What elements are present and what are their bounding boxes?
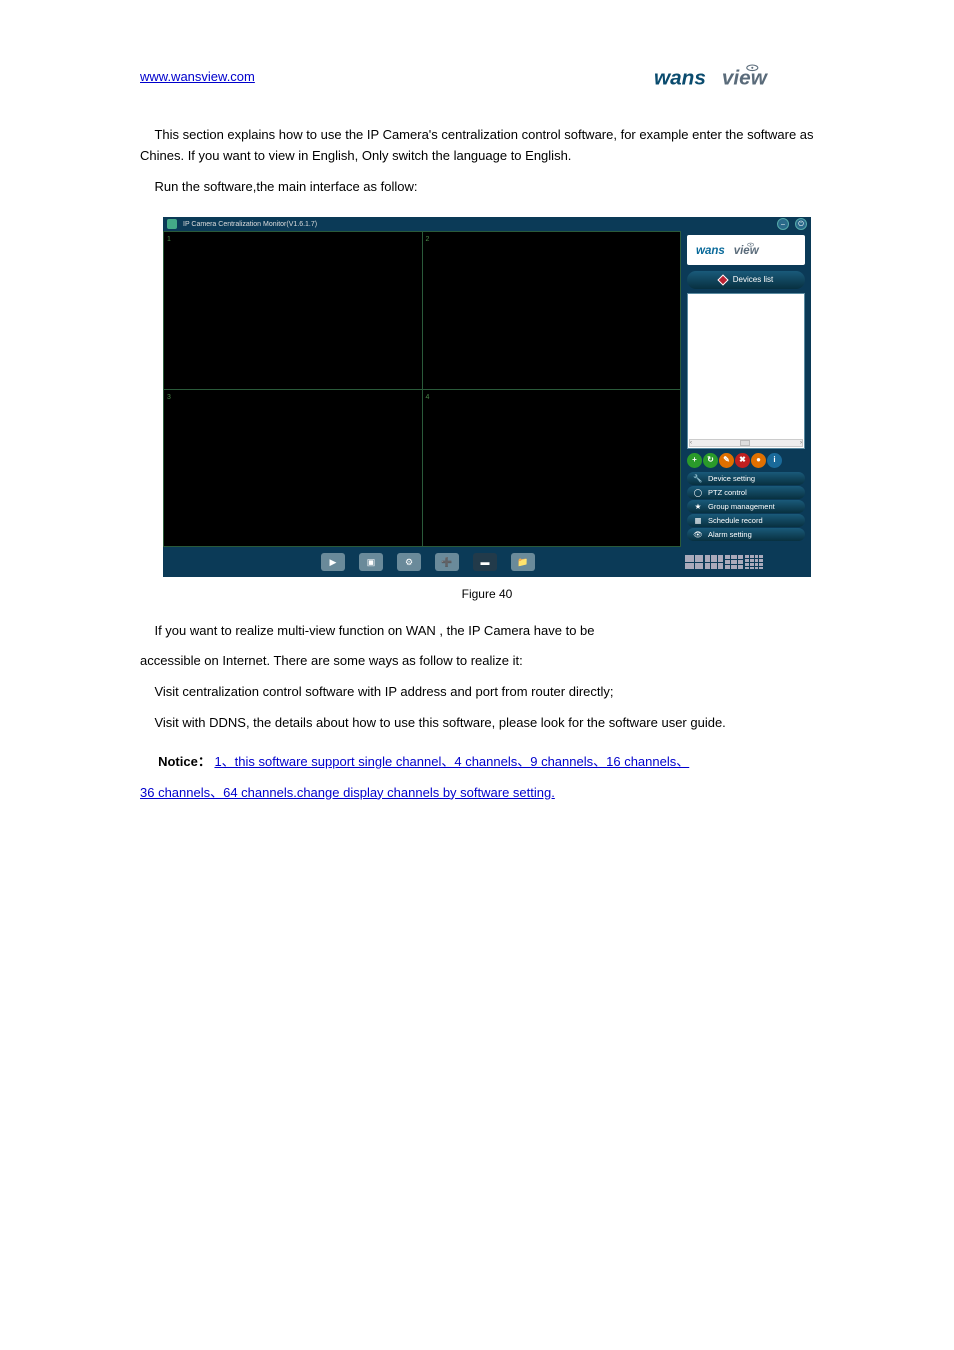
group-management-item[interactable]: ★Group management <box>687 500 805 513</box>
video-cell-1[interactable]: 1 <box>164 232 422 389</box>
page-bottom-whitespace <box>140 813 834 1193</box>
wrench-icon: 🔧 <box>693 475 703 483</box>
video-cell-3[interactable]: 3 <box>164 390 422 547</box>
refresh-icon[interactable]: ↻ <box>703 453 718 468</box>
ptz-control-item[interactable]: ◯PTZ control <box>687 486 805 499</box>
snapshot-button[interactable]: ▣ <box>359 553 383 571</box>
layout-switcher <box>685 555 803 569</box>
svg-text:wans: wans <box>696 245 725 257</box>
devices-list-scrollbar[interactable]: ‹ › <box>689 439 803 447</box>
website-link[interactable]: www.wansview.com <box>140 67 255 88</box>
app-window: IP Camera Centralization Monitor(V1.6.1.… <box>163 217 811 577</box>
video-cell-4[interactable]: 4 <box>423 390 681 547</box>
video-cell-2[interactable]: 2 <box>423 232 681 389</box>
svg-text:view: view <box>734 245 760 257</box>
svg-text:view: view <box>722 66 769 89</box>
outro-line-4: Visit with DDNS, the details about how t… <box>140 713 834 734</box>
panel-brand-logo: wans view <box>687 235 805 265</box>
devices-list[interactable]: ‹ › <box>687 293 805 449</box>
delete-icon[interactable]: ✖ <box>735 453 750 468</box>
notice-block: Notice： 1、this software support single c… <box>140 752 834 773</box>
video-grid: 1 2 3 4 <box>163 231 681 547</box>
device-setting-item[interactable]: 🔧Device setting <box>687 472 805 485</box>
function-list: 🔧Device setting ◯PTZ control ★Group mana… <box>687 472 805 542</box>
log-button[interactable]: ▬ <box>473 553 497 571</box>
close-button[interactable]: ⏻ <box>795 218 807 230</box>
add-device-icon[interactable]: + <box>687 453 702 468</box>
layout-4-button[interactable] <box>685 555 703 569</box>
settings-button[interactable]: ⚙ <box>397 553 421 571</box>
brand-logo: wans view <box>654 60 834 95</box>
figure-caption: Figure 40 <box>140 585 834 604</box>
ptz-icon: ◯ <box>693 489 703 497</box>
outro-line-1: If you want to realize multi-view functi… <box>140 621 834 642</box>
alarm-setting-item[interactable]: 👁Alarm setting <box>687 528 805 541</box>
outro-line-3: Visit centralization control software wi… <box>140 682 834 703</box>
page-header: www.wansview.com wans view <box>140 60 834 95</box>
layout-6-button[interactable] <box>705 555 723 569</box>
devices-list-header[interactable]: Devices list <box>687 271 805 289</box>
playback-button[interactable]: ▶ <box>321 553 345 571</box>
bottom-toolbar: ▶ ▣ ⚙ ➕ ▬ 📁 <box>163 547 811 577</box>
intro-paragraph: This section explains how to use the IP … <box>140 125 834 167</box>
device-action-row: + ↻ ✎ ✖ ● i <box>687 453 805 468</box>
folder-button[interactable]: 📁 <box>511 553 535 571</box>
edit-icon[interactable]: ✎ <box>719 453 734 468</box>
add-button[interactable]: ➕ <box>435 553 459 571</box>
run-software-text: Run the software,the main interface as f… <box>140 177 834 198</box>
eye-icon: 👁 <box>693 531 703 539</box>
minimize-button[interactable]: – <box>777 218 789 230</box>
screenshot-figure: IP Camera Centralization Monitor(V1.6.1.… <box>140 217 834 577</box>
record-icon[interactable]: ● <box>751 453 766 468</box>
schedule-icon: ▦ <box>693 517 703 525</box>
right-panel: wans view Devices list ‹ › <box>681 231 811 547</box>
svg-text:wans: wans <box>654 66 706 89</box>
notice-label: Notice <box>158 754 198 769</box>
app-titlebar: IP Camera Centralization Monitor(V1.6.1.… <box>163 217 811 231</box>
info-icon[interactable]: i <box>767 453 782 468</box>
layout-16-button[interactable] <box>745 555 763 569</box>
notice-line-2: 36 channels、64 channels.change display c… <box>140 783 834 804</box>
devices-list-icon <box>717 275 728 286</box>
layout-36-button[interactable] <box>765 555 783 569</box>
layout-64-button[interactable] <box>785 555 803 569</box>
notice-link-text[interactable]: 1、this software support single channel、4… <box>214 754 689 769</box>
layout-9-button[interactable] <box>725 555 743 569</box>
app-icon <box>167 219 177 229</box>
schedule-record-item[interactable]: ▦Schedule record <box>687 514 805 527</box>
app-title: IP Camera Centralization Monitor(V1.6.1.… <box>183 219 777 230</box>
outro-line-2: accessible on Internet. There are some w… <box>140 651 834 672</box>
star-icon: ★ <box>693 503 703 511</box>
